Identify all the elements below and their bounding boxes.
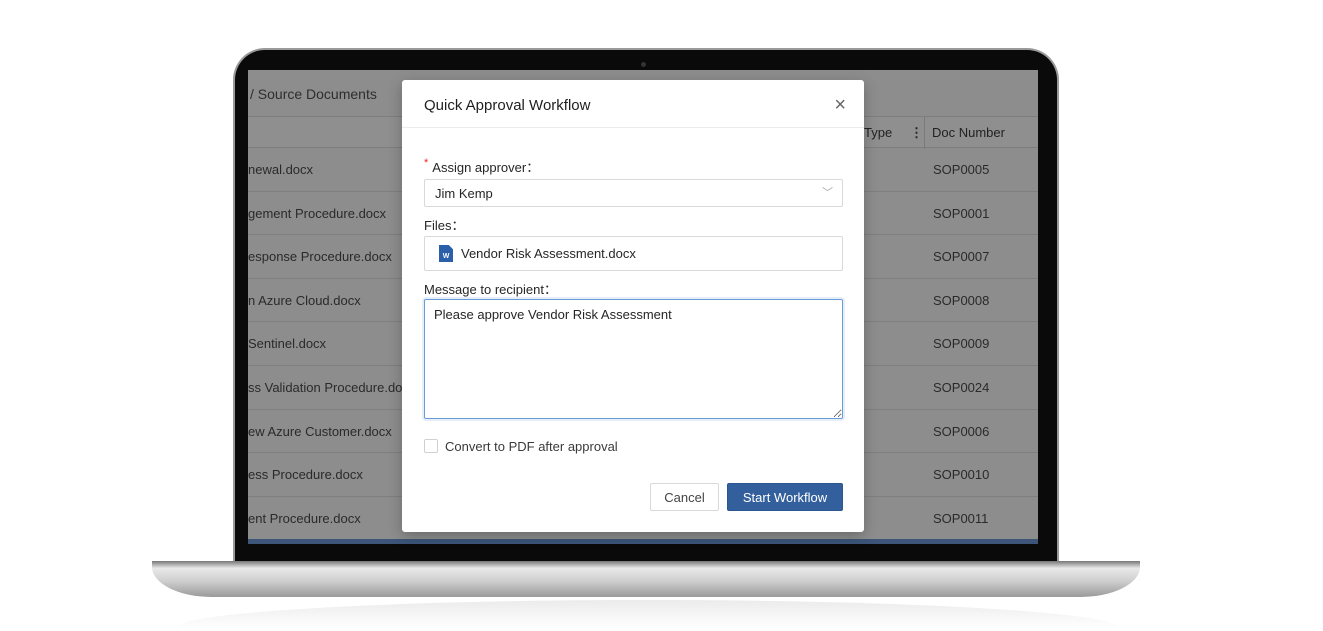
chevron-down-icon: ﹀ <box>822 187 833 199</box>
quick-approval-dialog: Quick Approval Workflow × * Assign approv… <box>402 80 864 532</box>
laptop-reflection <box>175 600 1120 628</box>
column-menu-icon[interactable]: ⋮ <box>910 125 923 141</box>
approver-value: Jim Kemp <box>435 186 493 201</box>
file-name: Vendor Risk Assessment.docx <box>461 246 636 261</box>
close-icon[interactable]: × <box>834 94 846 117</box>
convert-pdf-checkbox[interactable] <box>424 439 438 453</box>
doc-number: SOP0009 <box>933 336 990 352</box>
doc-number: SOP0001 <box>933 205 990 221</box>
laptop-base <box>152 561 1140 597</box>
column-header-doc-number[interactable]: Doc Number <box>932 125 1005 140</box>
required-mark: * <box>424 157 429 169</box>
doc-name[interactable]: ew Azure Customer.docx <box>248 424 392 439</box>
message-label: Message to recipient： <box>424 282 557 297</box>
doc-name[interactable]: Sentinel.docx <box>248 336 326 351</box>
doc-name[interactable]: n Azure Cloud.docx <box>248 293 361 308</box>
doc-name[interactable]: gement Procedure.docx <box>248 206 386 221</box>
footer-bar <box>248 539 1038 544</box>
doc-number: SOP0006 <box>933 423 990 439</box>
word-doc-icon: W <box>439 245 453 262</box>
cancel-button[interactable]: Cancel <box>650 483 719 511</box>
approver-select[interactable]: Jim Kemp ﹀ <box>424 179 843 207</box>
doc-name[interactable]: ess Procedure.docx <box>248 467 363 482</box>
message-textarea[interactable]: Please approve Vendor Risk Assessment <box>424 299 843 419</box>
doc-name[interactable]: ss Validation Procedure.docx <box>248 380 415 395</box>
approver-label: * Assign approver： <box>424 157 539 176</box>
column-header-type[interactable]: Type <box>864 125 892 140</box>
doc-number: SOP0024 <box>933 380 990 395</box>
doc-number: SOP0008 <box>933 292 990 308</box>
doc-name[interactable]: ent Procedure.docx <box>248 511 361 526</box>
column-divider[interactable] <box>924 117 925 149</box>
start-workflow-button[interactable]: Start Workflow <box>727 483 843 511</box>
doc-name[interactable]: newal.docx <box>248 162 313 177</box>
approver-label-text: Assign approver： <box>432 160 540 175</box>
file-item[interactable]: W Vendor Risk Assessment.docx <box>424 236 843 271</box>
dialog-title: Quick Approval Workflow <box>402 80 864 128</box>
files-label: Files： <box>424 218 465 233</box>
convert-pdf-label[interactable]: Convert to PDF after approval <box>445 439 618 454</box>
doc-name[interactable]: esponse Procedure.docx <box>248 249 392 264</box>
doc-number: SOP0007 <box>933 249 990 265</box>
doc-number: SOP0005 <box>933 162 990 177</box>
camera-icon <box>641 62 646 67</box>
doc-number: SOP0010 <box>933 467 990 483</box>
doc-number: SOP0011 <box>933 510 989 526</box>
breadcrumb: / Source Documents <box>250 86 377 102</box>
